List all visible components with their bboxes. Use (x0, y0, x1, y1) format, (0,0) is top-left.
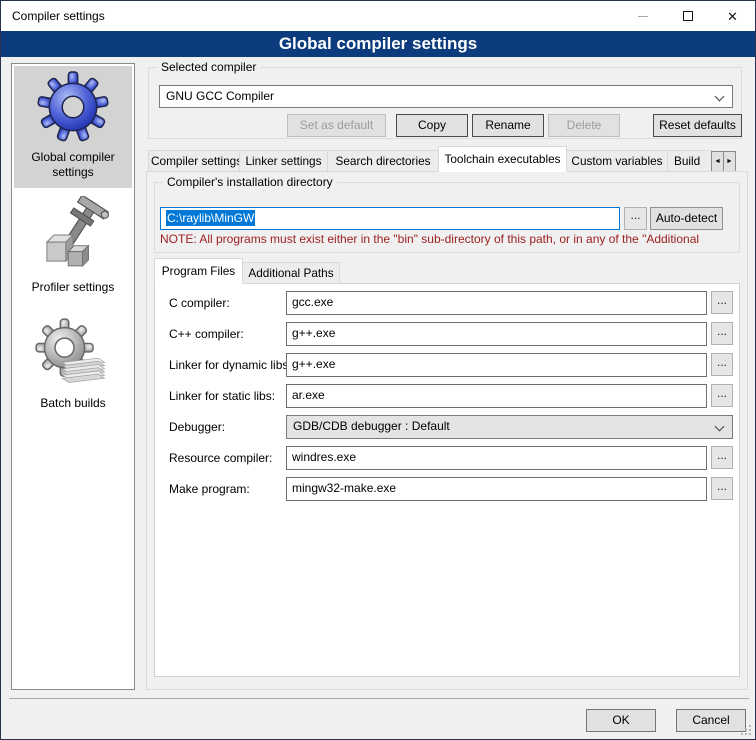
make-program-browse-button[interactable]: ... (711, 477, 733, 500)
right-arrow-icon: ► (726, 158, 733, 165)
make-program-input[interactable]: mingw32-make.exe (286, 477, 707, 501)
maximize-icon (683, 11, 693, 21)
batch-builds-icon (35, 318, 111, 390)
static-linker-input[interactable]: ar.exe (286, 384, 707, 408)
minimize-button[interactable] (620, 1, 665, 31)
tab-scroll-right-button[interactable]: ► (723, 151, 736, 172)
static-linker-browse-button[interactable]: ... (711, 384, 733, 407)
minimize-icon (638, 16, 648, 17)
tab-toolchain-executables[interactable]: Toolchain executables (438, 146, 567, 172)
auto-detect-button[interactable]: Auto-detect (650, 207, 723, 230)
debugger-label: Debugger: (169, 415, 225, 439)
close-icon: ✕ (727, 10, 738, 23)
debugger-combobox-value: GDB/CDB debugger : Default (293, 419, 450, 433)
install-dir-legend: Compiler's installation directory (163, 175, 337, 189)
dynamic-linker-input[interactable]: g++.exe (286, 353, 707, 377)
cancel-button[interactable]: Cancel (676, 709, 746, 732)
subtab-additional-paths[interactable]: Additional Paths (242, 262, 340, 284)
resource-compiler-browse-button[interactable]: ... (711, 446, 733, 469)
close-button[interactable]: ✕ (710, 1, 755, 31)
banner-title: Global compiler settings (279, 34, 477, 53)
tab-compiler-settings[interactable]: Compiler settings (148, 150, 240, 172)
install-dir-input[interactable]: C:\raylib\MinGW (160, 207, 620, 230)
static-linker-label: Linker for static libs: (169, 384, 275, 408)
compiler-combobox[interactable]: GNU GCC Compiler (159, 85, 733, 108)
selected-compiler-legend: Selected compiler (157, 60, 260, 74)
main-tabbar: Compiler settings Linker settings Search… (148, 146, 736, 172)
tab-build-options[interactable]: Build (667, 150, 712, 172)
dialog-banner: Global compiler settings (1, 31, 755, 57)
footer-divider (9, 698, 749, 699)
c-compiler-browse-button[interactable]: ... (711, 291, 733, 314)
set-as-default-button[interactable]: Set as default (287, 114, 386, 137)
selected-compiler-groupbox: Selected compiler GNU GCC Compiler Set a… (148, 67, 742, 139)
maximize-button[interactable] (665, 1, 710, 31)
delete-button[interactable]: Delete (548, 114, 620, 137)
program-files-panel: C compiler: gcc.exe ... C++ compiler: g+… (154, 283, 740, 677)
cpp-compiler-browse-button[interactable]: ... (711, 322, 733, 345)
resource-compiler-input[interactable]: windres.exe (286, 446, 707, 470)
settings-category-list: Global compiler settings Profiler settin… (11, 63, 135, 690)
dynamic-linker-browse-button[interactable]: ... (711, 353, 733, 376)
chevron-down-icon (715, 422, 725, 432)
install-dir-browse-button[interactable]: ... (624, 207, 647, 230)
blue-gear-icon (36, 70, 110, 144)
cpp-compiler-input[interactable]: g++.exe (286, 322, 707, 346)
make-program-label: Make program: (169, 477, 250, 501)
sub-tabbar: Program Files Additional Paths (154, 259, 340, 284)
caption-buttons: ✕ (620, 1, 755, 31)
tab-search-directories[interactable]: Search directories (327, 150, 439, 172)
note-text: NOTE: All programs must exist either in … (160, 232, 752, 246)
sidebar-item-label: Global compiler settings (14, 150, 132, 180)
debugger-combobox[interactable]: GDB/CDB debugger : Default (286, 415, 733, 439)
dynamic-linker-label: Linker for dynamic libs: (169, 353, 292, 377)
tab-linker-settings[interactable]: Linker settings (239, 150, 328, 172)
install-dir-selected-text: C:\raylib\MinGW (166, 210, 255, 226)
chevron-down-icon (715, 92, 725, 102)
rename-button[interactable]: Rename (472, 114, 544, 137)
c-compiler-input[interactable]: gcc.exe (286, 291, 707, 315)
caliper-icon (35, 196, 111, 274)
window-title: Compiler settings (1, 9, 105, 23)
cpp-compiler-label: C++ compiler: (169, 322, 244, 346)
left-arrow-icon: ◄ (714, 158, 721, 165)
resize-grip[interactable] (749, 733, 751, 735)
ok-button[interactable]: OK (586, 709, 656, 732)
subtab-program-files[interactable]: Program Files (154, 258, 243, 284)
sidebar-item-label: Batch builds (14, 396, 132, 411)
resource-compiler-label: Resource compiler: (169, 446, 272, 470)
reset-defaults-button[interactable]: Reset defaults (653, 114, 742, 137)
sidebar-item-label: Profiler settings (14, 280, 132, 295)
tab-custom-variables[interactable]: Custom variables (566, 150, 668, 172)
sidebar-item-profiler-settings[interactable]: Profiler settings (14, 192, 132, 302)
sidebar-item-batch-builds[interactable]: Batch builds (14, 314, 132, 426)
sidebar-item-global-compiler-settings[interactable]: Global compiler settings (14, 66, 132, 188)
compiler-settings-dialog: Compiler settings ✕ Global compiler sett… (0, 0, 756, 740)
c-compiler-label: C compiler: (169, 291, 230, 315)
compiler-combobox-value: GNU GCC Compiler (166, 89, 274, 103)
copy-button[interactable]: Copy (396, 114, 468, 137)
install-dir-groupbox: Compiler's installation directory C:\ray… (154, 182, 740, 253)
